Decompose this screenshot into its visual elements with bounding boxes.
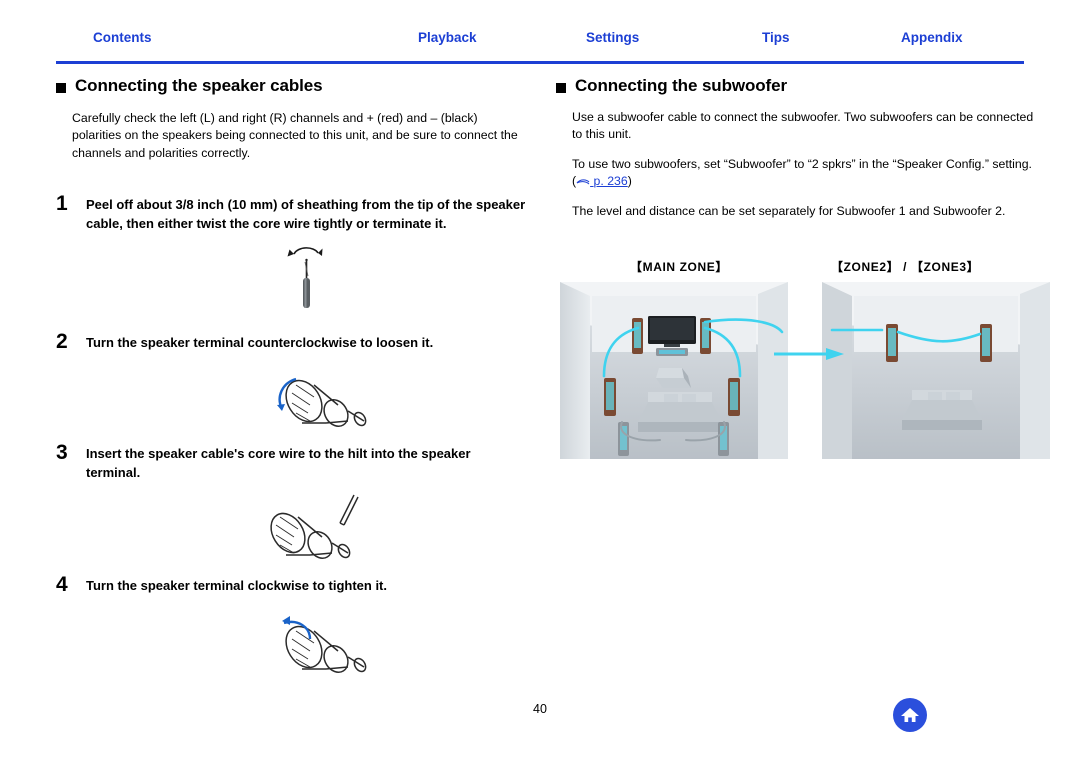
zone-connector-arrow-icon [774, 348, 844, 360]
insert-core-wire-illustration [270, 494, 359, 559]
subwoofer-paragraph-3: The level and distance can be set separa… [572, 203, 1006, 218]
page-reference-label: p. 236 [593, 174, 628, 189]
main-zone-room-illustration [560, 282, 788, 459]
zone-label-row: 【MAIN ZONE】 【ZONE2】 / 【ZONE3】 [556, 258, 1036, 276]
nav-item-settings[interactable]: Settings [586, 30, 639, 45]
step-1-number: 1 [56, 192, 68, 216]
section-heading-label: Connecting the subwoofer [575, 76, 787, 95]
subwoofer-paragraph-2: To use two subwoofers, set “Subwoofer” t… [572, 156, 1034, 191]
step-2-number: 2 [56, 330, 68, 354]
step-3-text: Insert the speaker cable's core wire to … [86, 445, 471, 480]
zone-label-zone2-zone3: 【ZONE2】 / 【ZONE3】 [831, 260, 980, 274]
nav-item-contents[interactable]: Contents [93, 30, 152, 45]
nav-item-tips[interactable]: Tips [762, 30, 790, 45]
left-column: Connecting the speaker cables Carefully … [56, 76, 536, 674]
step-2-text: Turn the speaker terminal counterclockwi… [86, 335, 434, 351]
speaker-cable-intro-text: Carefully check the left (L) and right (… [72, 111, 518, 160]
speaker-cable-twist-illustration [287, 247, 323, 309]
subwoofer-paragraph-2-text: To use two subwoofers, set “Subwoofer” t… [572, 156, 1032, 189]
square-bullet-icon [56, 83, 66, 93]
book-reference-icon [576, 179, 590, 185]
zone2-zone3-room-illustration [822, 282, 1050, 459]
page-reference-link[interactable]: p. 236 [576, 174, 628, 188]
zone-label-main: 【MAIN ZONE】 [630, 260, 728, 274]
square-bullet-icon [556, 83, 566, 93]
subwoofer-paragraph-1: Use a subwoofer cable to connect the sub… [572, 110, 1034, 142]
home-button[interactable] [893, 698, 927, 732]
nav-item-playback[interactable]: Playback [418, 30, 477, 45]
step-4-number: 4 [56, 572, 68, 596]
subwoofer-paragraph-2-close: ) [627, 174, 632, 189]
terminal-tighten-illustration [282, 616, 367, 674]
section-heading-subwoofer: Connecting the subwoofer [556, 76, 1036, 96]
nav-item-appendix[interactable]: Appendix [901, 30, 963, 45]
step-1: 1 Peel off about 3/8 inch (10 mm) of she… [56, 192, 526, 234]
right-column: Connecting the subwoofer Use a subwoofer… [556, 76, 1036, 220]
step-1-text: Peel off about 3/8 inch (10 mm) of sheat… [86, 197, 526, 232]
terminal-loosen-illustration [277, 377, 367, 427]
step-4-text: Turn the speaker terminal clockwise to t… [86, 577, 387, 593]
step-3: 3 Insert the speaker cable's core wire t… [56, 441, 526, 483]
step-2: 2 Turn the speaker terminal counterclock… [56, 330, 536, 353]
top-navigation: Contents Playback Settings Tips Appendix [56, 30, 1024, 64]
section-heading-label: Connecting the speaker cables [75, 76, 323, 95]
step-4: 4 Turn the speaker terminal clockwise to… [56, 573, 536, 596]
home-icon [901, 708, 919, 722]
step-3-number: 3 [56, 440, 68, 464]
section-heading-speaker-cables: Connecting the speaker cables [56, 76, 536, 96]
